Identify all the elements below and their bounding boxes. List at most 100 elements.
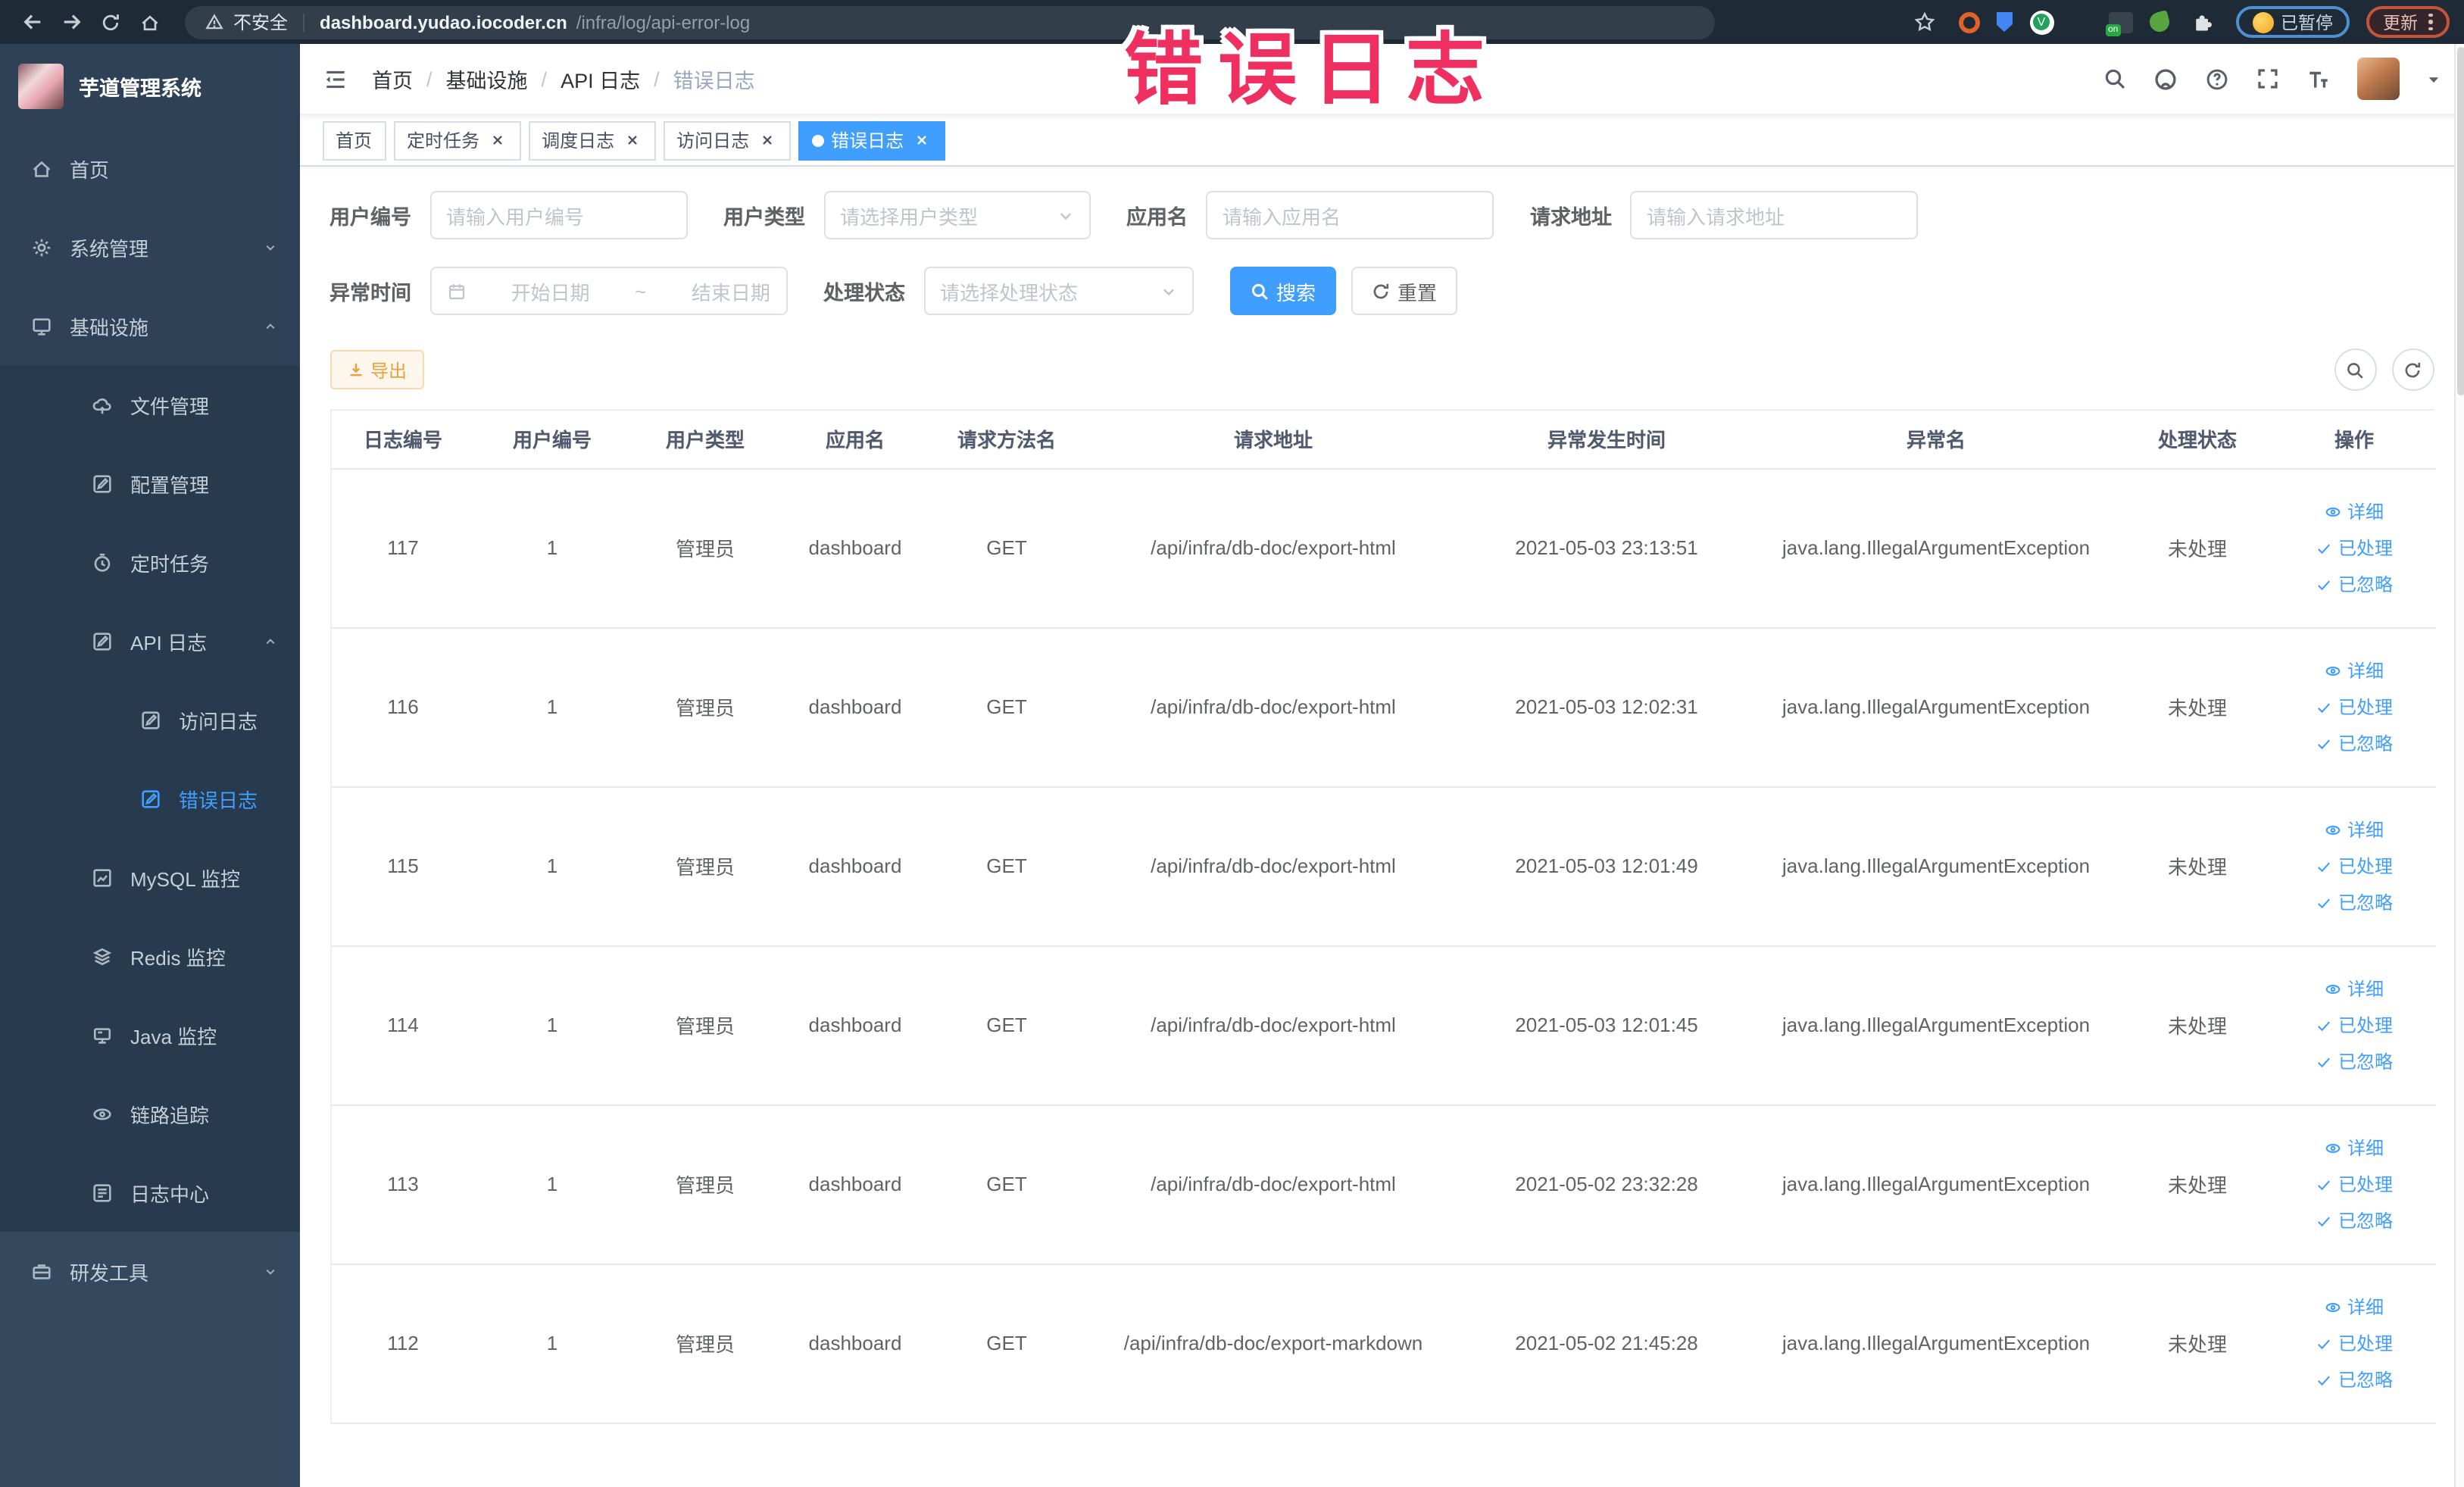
request-url-input[interactable]: 请输入请求地址 [1630, 191, 1918, 239]
ignored-link[interactable]: 已忽略 [2282, 1043, 2426, 1079]
cell-time: 2021-05-02 23:32:28 [1463, 1104, 1750, 1264]
app-name-input[interactable]: 请输入应用名 [1206, 191, 1494, 239]
cell-user_type: 管理员 [629, 786, 781, 946]
detail-link[interactable]: 详细 [2282, 811, 2426, 848]
sidebar-item-8[interactable]: 错误日志 [0, 759, 299, 838]
ignored-link[interactable]: 已忽略 [2282, 884, 2426, 920]
eye-icon [2325, 820, 2343, 839]
tab-label: 访问日志 [676, 130, 750, 152]
extensions-puzzle-icon[interactable] [2185, 5, 2219, 39]
ignored-link[interactable]: 已忽略 [2282, 725, 2426, 761]
cell-app: dashboard [781, 945, 929, 1105]
sidebar-item-9[interactable]: MySQL 监控 [0, 838, 299, 917]
breadcrumb-home[interactable]: 首页 [372, 64, 413, 94]
bookmark-star-icon[interactable] [1908, 5, 1941, 39]
tab-2[interactable]: 调度日志 [528, 120, 656, 160]
user-id-label: 用户编号 [329, 206, 411, 229]
user-type-select[interactable]: 请选择用户类型 [823, 191, 1090, 239]
ignored-link[interactable]: 已忽略 [2282, 566, 2426, 602]
user-caret-down-icon[interactable] [2425, 70, 2441, 87]
date-range-picker[interactable]: 开始日期 ~ 结束日期 [429, 267, 787, 315]
cell-url: /api/infra/db-doc/export-html [1084, 1104, 1463, 1264]
browser-menu-icon[interactable] [2428, 13, 2432, 31]
export-button[interactable]: 导出 [329, 350, 424, 389]
close-icon[interactable] [757, 130, 776, 150]
sidebar-item-1[interactable]: 系统管理 [0, 208, 299, 286]
tab-3[interactable]: 访问日志 [663, 120, 791, 160]
detail-link[interactable]: 详细 [2282, 970, 2426, 1007]
cell-app: dashboard [781, 786, 929, 946]
tab-0[interactable]: 首页 [322, 120, 386, 160]
search-button[interactable]: 搜索 [1229, 267, 1336, 315]
extension-shield-icon[interactable] [1996, 12, 2013, 32]
search-icon[interactable] [2102, 67, 2126, 91]
detail-link[interactable]: 详细 [2282, 1129, 2426, 1166]
sidebar-item-13[interactable]: 日志中心 [0, 1153, 299, 1232]
cell-status: 未处理 [2122, 945, 2273, 1105]
processed-link[interactable]: 已处理 [2282, 1325, 2426, 1361]
breadcrumb-api-log[interactable]: API 日志 [561, 64, 640, 94]
reset-button[interactable]: 重置 [1351, 267, 1457, 315]
extension-on-badge-icon[interactable]: on [2105, 11, 2132, 36]
sidebar-item-3[interactable]: 文件管理 [0, 365, 299, 444]
sidebar-item-10[interactable]: Redis 监控 [0, 917, 299, 995]
sidebar-item-11[interactable]: Java 监控 [0, 995, 299, 1074]
ignored-link[interactable]: 已忽略 [2282, 1202, 2426, 1239]
detail-link[interactable]: 详细 [2282, 1289, 2426, 1325]
sidebar-item-label: 访问日志 [179, 710, 258, 733]
breadcrumb-infra[interactable]: 基础设施 [446, 64, 528, 94]
detail-link[interactable]: 详细 [2282, 493, 2426, 530]
logo[interactable]: 芋道管理系统 [0, 44, 299, 129]
profile-paused-badge[interactable]: 已暂停 [2235, 6, 2350, 38]
scrollbar[interactable] [2453, 44, 2464, 1487]
reload-icon[interactable] [94, 5, 127, 39]
sidebar-item-label: 配置管理 [130, 473, 210, 496]
back-icon[interactable] [15, 5, 48, 39]
process-status-select[interactable]: 请选择处理状态 [923, 267, 1193, 315]
breadcrumb-current: 错误日志 [673, 70, 755, 92]
sidebar-item-14[interactable]: 研发工具 [0, 1232, 299, 1310]
address-bar[interactable]: 不安全 dashboard.yudao.iocoder.cn/infra/log… [185, 5, 1715, 39]
sidebar-item-2[interactable]: 基础设施 [0, 286, 299, 365]
sidebar-item-4[interactable]: 配置管理 [0, 444, 299, 523]
processed-link[interactable]: 已处理 [2282, 1007, 2426, 1043]
processed-link[interactable]: 已处理 [2282, 530, 2426, 566]
extension-green-v-icon[interactable]: V [2029, 10, 2053, 34]
user-avatar[interactable] [2356, 58, 2399, 100]
home-icon[interactable] [133, 5, 167, 39]
close-icon[interactable] [622, 130, 642, 150]
sidebar-item-label: 错误日志 [179, 789, 258, 811]
close-icon[interactable] [911, 130, 931, 150]
collapse-sidebar-icon[interactable] [322, 66, 348, 92]
check-icon [2316, 1334, 2334, 1352]
sidebar-item-0[interactable]: 首页 [0, 129, 299, 208]
forward-icon[interactable] [55, 5, 88, 39]
close-icon[interactable] [487, 130, 507, 150]
processed-link[interactable]: 已处理 [2282, 689, 2426, 725]
ignored-link[interactable]: 已忽略 [2282, 1361, 2426, 1398]
sidebar-item-label: 基础设施 [70, 316, 149, 339]
detail-link[interactable]: 详细 [2282, 652, 2426, 689]
tab-1[interactable]: 定时任务 [393, 120, 521, 160]
refresh-button[interactable] [2391, 348, 2434, 391]
scrollbar-thumb[interactable] [2456, 47, 2464, 395]
fullscreen-icon[interactable] [2255, 67, 2279, 91]
extension-leaf-icon[interactable] [2147, 10, 2171, 34]
browser-update-button[interactable]: 更新 [2366, 6, 2449, 38]
tab-4[interactable]: 错误日志 [798, 120, 945, 160]
extension-grid-icon[interactable] [2070, 11, 2091, 33]
sidebar-item-7[interactable]: 访问日志 [0, 680, 299, 759]
question-icon[interactable] [2203, 66, 2229, 92]
toggle-search-button[interactable] [2334, 348, 2376, 391]
github-icon[interactable] [2152, 66, 2178, 92]
cell-status: 未处理 [2122, 1264, 2273, 1423]
action-label: 详细 [2347, 1296, 2384, 1317]
processed-link[interactable]: 已处理 [2282, 848, 2426, 884]
user-id-input[interactable]: 请输入用户编号 [429, 191, 687, 239]
sidebar-item-6[interactable]: API 日志 [0, 601, 299, 680]
font-size-icon[interactable] [2305, 66, 2331, 92]
processed-link[interactable]: 已处理 [2282, 1166, 2426, 1202]
sidebar-item-5[interactable]: 定时任务 [0, 523, 299, 601]
extension-orange-icon[interactable] [1958, 11, 1979, 33]
sidebar-item-12[interactable]: 链路追踪 [0, 1074, 299, 1153]
